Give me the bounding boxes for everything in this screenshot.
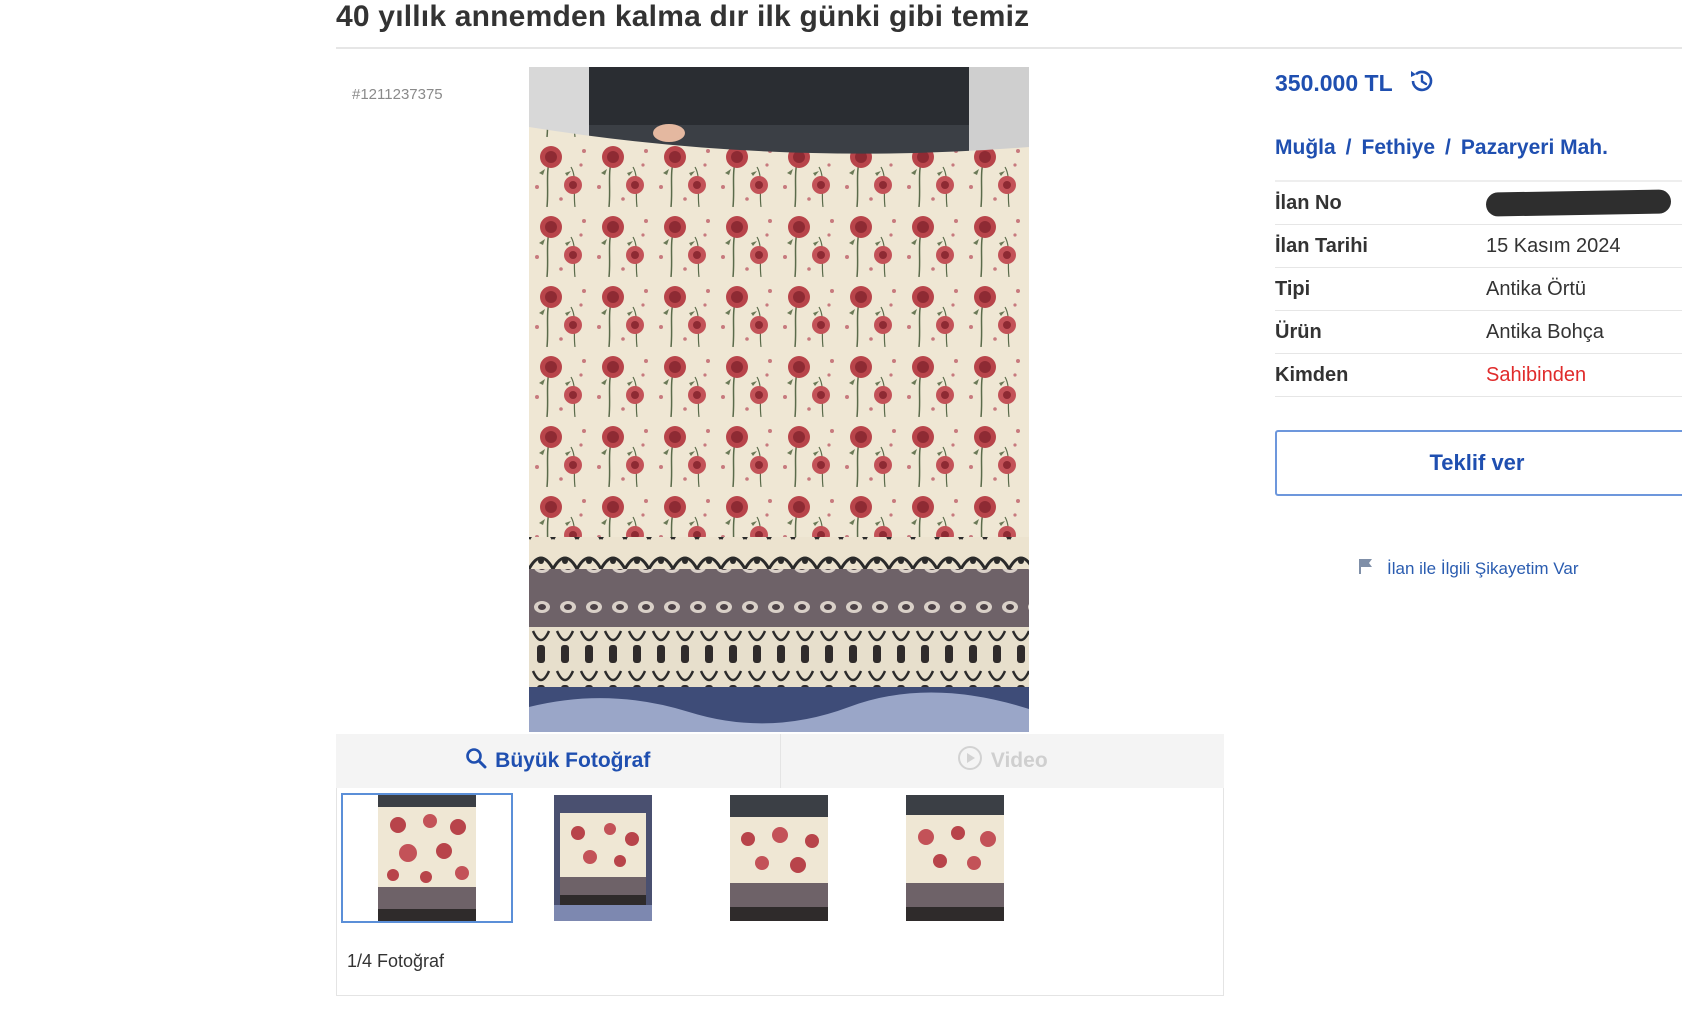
breadcrumb-city[interactable]: Muğla [1275,136,1336,159]
thumbnail-image [378,795,476,921]
price-row: 350.000 TL [1275,66,1437,101]
breadcrumb-neighborhood[interactable]: Pazaryeri Mah. [1461,136,1608,159]
info-label: İlan Tarihi [1275,234,1368,257]
search-icon [465,747,487,775]
flag-icon [1357,557,1375,580]
info-label: İlan No [1275,191,1342,214]
big-photo-label: Büyük Fotoğraf [495,749,651,772]
info-value: Antika Örtü [1486,277,1587,300]
info-label: Tipi [1275,277,1311,300]
thumbnail-4[interactable] [869,793,1041,923]
report-listing-link[interactable]: İlan ile İlgili Şikayetim Var [1357,557,1578,580]
info-label: Ürün [1275,320,1322,343]
info-value-seller-type: Sahibinden [1486,363,1587,386]
info-table: İlan No İlan Tarihi 15 Kasım 2024 Tipi A… [1275,180,1682,397]
play-icon [957,745,983,777]
thumbnail-3[interactable] [693,793,865,923]
info-row-kimden: Kimden Sahibinden [1275,354,1682,397]
listing-title: 40 yıllık annemden kalma dır ilk günki g… [336,0,1030,33]
info-row-tipi: Tipi Antika Örtü [1275,268,1682,311]
info-value: 15 Kasım 2024 [1486,234,1621,257]
video-label: Video [990,749,1048,772]
make-offer-button[interactable]: Teklif ver [1275,430,1682,496]
thumbnail-image [906,795,1004,921]
info-row-ilan-tarihi: İlan Tarihi 15 Kasım 2024 [1275,225,1682,268]
thumbnail-1[interactable] [341,793,513,923]
main-photo-image [529,67,1029,732]
info-value: Antika Bohça [1486,320,1604,343]
photo-count: 1/4 Fotoğraf [347,951,445,971]
title-divider [336,47,1682,49]
big-photo-button[interactable]: Büyük Fotoğraf [336,734,781,788]
video-button[interactable]: Video [781,734,1225,788]
info-label: Kimden [1275,363,1349,386]
thumbnail-2[interactable] [517,793,689,923]
price: 350.000 TL [1275,70,1393,96]
photo-toolbar: Büyük Fotoğraf Video [336,734,1224,789]
report-label: İlan ile İlgili Şikayetim Var [1387,558,1579,578]
ad-id: #1211237375 [352,86,443,103]
breadcrumb-separator: / [1345,136,1352,159]
location-breadcrumb: Muğla / Fethiye / Pazaryeri Mah. [1275,136,1608,160]
info-value-redacted [1485,189,1672,217]
info-row-ilan-no: İlan No [1275,182,1682,225]
price-history-icon[interactable] [1407,66,1437,101]
info-row-urun: Ürün Antika Bohça [1275,311,1682,354]
redaction-mark [1485,189,1672,217]
breadcrumb-district[interactable]: Fethiye [1362,136,1436,159]
main-photo[interactable] [529,67,1029,732]
thumbnail-panel: 1/4 Fotoğraf [336,788,1224,996]
thumbnail-image [554,795,652,921]
breadcrumb-separator: / [1445,136,1451,159]
thumbnail-image [730,795,828,921]
